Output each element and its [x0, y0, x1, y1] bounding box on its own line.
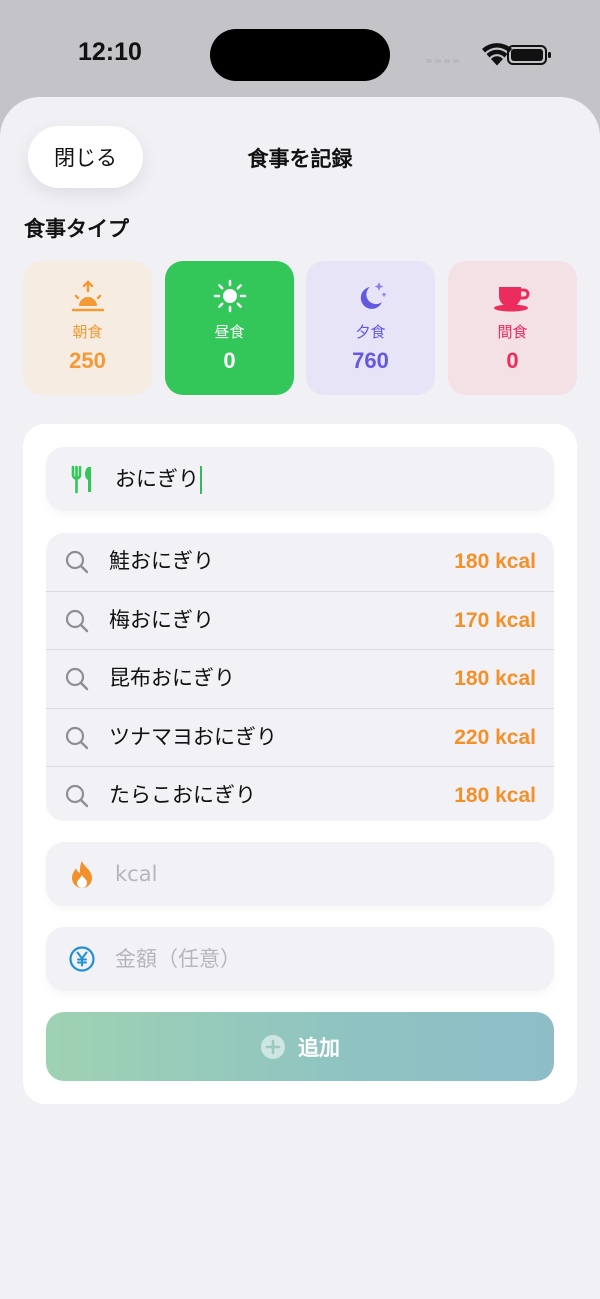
meal-type-kcal: 760 [352, 348, 389, 373]
battery-icon [507, 45, 551, 65]
meal-type-kcal: 0 [223, 348, 236, 373]
meal-type-snack[interactable]: 間食 0 [448, 261, 577, 395]
suggestion-kcal: 220 kcal [454, 725, 536, 749]
cup-icon [493, 279, 533, 313]
search-icon [65, 668, 89, 691]
food-name-input[interactable]: おにぎり [115, 447, 202, 511]
meal-type-breakfast[interactable]: 朝食 250 [23, 261, 152, 395]
suggestion-name: 鮭おにぎり [109, 549, 214, 573]
food-name-field[interactable]: おにぎり [46, 447, 554, 511]
record-meal-sheet: 閉じる 食事を記録 食事タイプ 朝食 250 昼食 0 夕食 760 間食 0 … [0, 97, 600, 1299]
meal-type-name: 朝食 [72, 323, 103, 341]
cellular-signal-icon [426, 59, 459, 63]
price-field[interactable]: 金額（任意） [46, 927, 554, 991]
search-icon [65, 609, 89, 632]
meal-form-card: おにぎり 鮭おにぎり 180 kcal 梅おにぎり 170 kcal 昆布おにぎ… [23, 424, 577, 1104]
meal-type-name: 昼食 [214, 323, 245, 341]
suggestion-name: ツナマヨおにぎり [109, 724, 277, 749]
search-icon [65, 726, 89, 749]
suggestion-kcal: 180 kcal [454, 550, 536, 573]
suggestion-item[interactable]: ツナマヨおにぎり 220 kcal [46, 707, 554, 767]
price-input[interactable]: 金額（任意） [115, 927, 241, 991]
meal-type-kcal: 250 [69, 348, 106, 373]
kcal-input[interactable]: kcal [115, 842, 157, 906]
meal-type-dinner[interactable]: 夕食 760 [306, 261, 435, 395]
kcal-field[interactable]: kcal [46, 842, 554, 906]
suggestion-kcal: 180 kcal [454, 784, 536, 808]
search-icon [65, 550, 89, 574]
suggestion-name: たらこおにぎり [109, 783, 256, 808]
meal-type-lunch[interactable]: 昼食 0 [165, 261, 294, 395]
meal-type-selector: 朝食 250 昼食 0 夕食 760 間食 0 [23, 261, 577, 395]
status-time: 12:10 [78, 38, 142, 66]
sun-icon [213, 279, 247, 313]
add-button[interactable]: 追加 [46, 1012, 554, 1081]
fork-knife-icon [66, 463, 98, 495]
meal-type-name: 夕食 [355, 323, 386, 341]
dynamic-island [210, 29, 390, 81]
suggestion-item[interactable]: 梅おにぎり 170 kcal [46, 590, 554, 650]
flame-icon [66, 858, 98, 890]
meal-type-kcal: 0 [506, 348, 519, 373]
plus-circle-icon [261, 1034, 285, 1059]
food-name-value: おにぎり [115, 467, 199, 491]
status-icons [426, 43, 551, 66]
meal-type-label: 食事タイプ [24, 217, 129, 241]
suggestion-item[interactable]: 鮭おにぎり 180 kcal [46, 533, 554, 591]
suggestion-kcal: 180 kcal [454, 667, 536, 691]
suggestion-item[interactable]: 昆布おにぎり 180 kcal [46, 649, 554, 708]
sunrise-icon [69, 279, 107, 313]
moon-stars-icon [354, 279, 388, 313]
suggestion-item[interactable]: たらこおにぎり 180 kcal [46, 766, 554, 821]
add-button-label: 追加 [298, 1035, 340, 1060]
suggestion-kcal: 170 kcal [454, 608, 536, 632]
yen-circle-icon [66, 943, 98, 975]
search-icon [65, 785, 89, 808]
text-caret [200, 466, 202, 494]
status-bar: 12:10 [0, 0, 600, 100]
suggestion-name: 昆布おにぎり [109, 666, 235, 691]
meal-type-name: 間食 [497, 323, 528, 341]
suggestion-name: 梅おにぎり [109, 607, 214, 632]
suggestion-list: 鮭おにぎり 180 kcal 梅おにぎり 170 kcal 昆布おにぎり 180… [46, 533, 554, 821]
page-title: 食事を記録 [247, 147, 353, 171]
